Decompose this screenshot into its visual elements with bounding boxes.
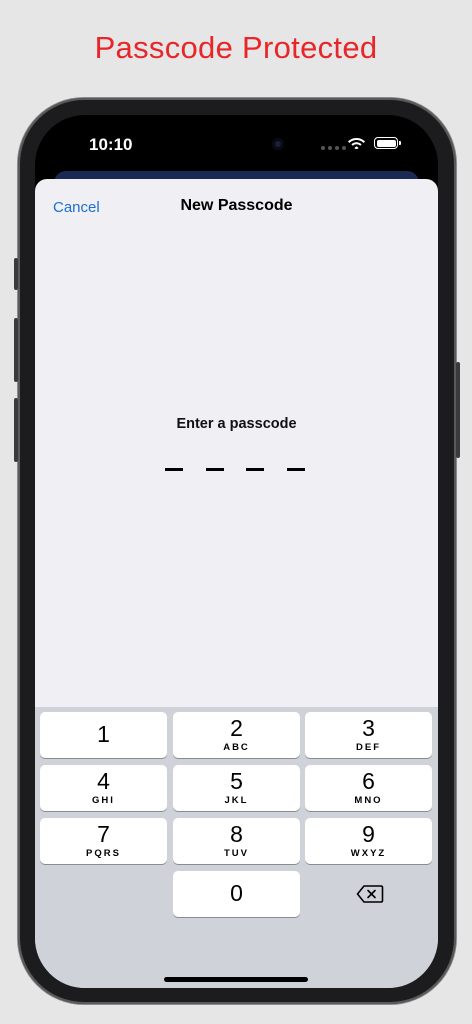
nav-title: New Passcode (180, 197, 293, 214)
key-letters: JKL (224, 795, 249, 806)
navigation-bar: Cancel New Passcode (35, 179, 438, 233)
volume-down-button (14, 398, 18, 462)
key-6[interactable]: 6 MNO (305, 765, 432, 811)
delete-backspace-icon[interactable] (356, 884, 384, 904)
key-2[interactable]: 2 ABC (173, 712, 300, 758)
key-4[interactable]: 4 GHI (40, 765, 167, 811)
key-digit: 8 (230, 821, 243, 847)
passcode-slot (246, 468, 264, 471)
passcode-slot (287, 468, 305, 471)
key-digit: 7 (97, 821, 110, 847)
new-passcode-sheet: Cancel New Passcode Enter a passcode 1 2… (35, 179, 438, 988)
key-digit: 3 (362, 715, 375, 741)
numeric-keypad: 1 2 ABC 3 DEF 4 GHI 5 JKL 6 MNO 7 PQRS 8… (35, 707, 438, 988)
battery-icon (374, 137, 401, 149)
key-letters: DEF (356, 742, 381, 753)
passcode-prompt: Enter a passcode (176, 416, 297, 432)
key-digit: 0 (230, 880, 243, 906)
key-digit: 1 (97, 721, 110, 747)
passcode-slot (165, 468, 183, 471)
key-digit: 2 (230, 715, 243, 741)
key-8[interactable]: 8 TUV (173, 818, 300, 864)
passcode-slots (165, 468, 310, 472)
key-letters: ABC (223, 742, 250, 753)
key-letters: GHI (92, 795, 115, 806)
key-9[interactable]: 9 WXYZ (305, 818, 432, 864)
key-digit: 4 (97, 768, 110, 794)
key-3[interactable]: 3 DEF (305, 712, 432, 758)
phone-screen: 10:10 Cancel New Passcode Enter a passco… (35, 115, 438, 988)
key-1[interactable]: 1 (40, 712, 167, 758)
key-0[interactable]: 0 (173, 871, 300, 917)
power-button (456, 362, 460, 458)
volume-up-button (14, 318, 18, 382)
passcode-slot (206, 468, 224, 471)
key-digit: 6 (362, 768, 375, 794)
key-7[interactable]: 7 PQRS (40, 818, 167, 864)
promo-title: Passcode Protected (94, 30, 378, 65)
home-indicator[interactable] (164, 977, 308, 982)
key-letters: PQRS (86, 848, 121, 859)
action-button (14, 258, 18, 290)
camera-icon (272, 138, 284, 150)
cellular-signal-icon (321, 146, 346, 150)
key-digit: 5 (230, 768, 243, 794)
key-letters: TUV (224, 848, 249, 859)
key-letters: MNO (354, 795, 383, 806)
wifi-icon (348, 138, 365, 149)
key-digit: 9 (362, 821, 375, 847)
key-letters: WXYZ (350, 848, 387, 859)
key-5[interactable]: 5 JKL (173, 765, 300, 811)
status-time: 10:10 (89, 135, 133, 154)
